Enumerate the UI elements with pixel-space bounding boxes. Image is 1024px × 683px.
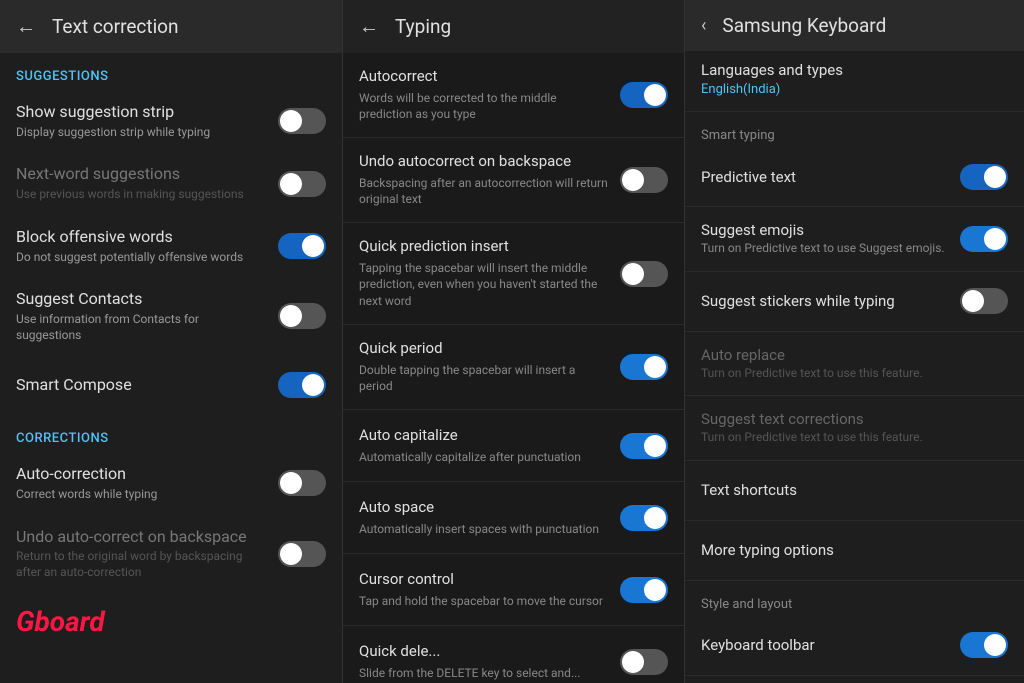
samsung-languages-title: Languages and types <box>701 61 1008 79</box>
swiftkey-title: Typing <box>395 15 451 38</box>
swiftkey-header: ← Typing <box>343 0 684 53</box>
gboard-show-suggestion-toggle[interactable] <box>278 108 326 134</box>
swiftkey-autocorrect-toggle[interactable] <box>620 82 668 108</box>
gboard-content: Suggestions Show suggestion strip Displa… <box>0 53 342 683</box>
gboard-block-offensive[interactable]: Block offensive words Do not suggest pot… <box>0 215 342 277</box>
samsung-content: Languages and types English(India) Smart… <box>685 51 1024 683</box>
samsung-style-layout-label: Style and layout <box>685 581 1024 616</box>
swiftkey-quick-period-toggle[interactable] <box>620 354 668 380</box>
samsung-high-contrast[interactable]: High contrast keyboard <box>685 676 1024 683</box>
gboard-auto-correction[interactable]: Auto-correction Correct words while typi… <box>0 452 342 514</box>
samsung-more-typing-options[interactable]: More typing options <box>685 521 1024 581</box>
swiftkey-undo-toggle[interactable] <box>620 167 668 193</box>
samsung-smart-typing-label: Smart typing <box>685 112 1024 147</box>
gboard-smart-compose[interactable]: Smart Compose <box>0 355 342 415</box>
gboard-show-suggestion-strip[interactable]: Show suggestion strip Display suggestion… <box>0 90 342 152</box>
gboard-section-suggestions: Suggestions <box>0 53 342 90</box>
gboard-header: ← Text correction <box>0 0 342 53</box>
gboard-undo-autocorrect[interactable]: Undo auto-correct on backspace Return to… <box>0 515 342 593</box>
gboard-panel: ← Text correction Suggestions Show sugge… <box>0 0 343 683</box>
samsung-header: ‹ Samsung Keyboard <box>685 0 1024 51</box>
swiftkey-undo-autocorrect[interactable]: Undo autocorrect on backspace Backspacin… <box>343 138 684 223</box>
gboard-undo-toggle[interactable] <box>278 541 326 567</box>
samsung-title: Samsung Keyboard <box>722 14 886 37</box>
gboard-back-button[interactable]: ← <box>16 14 36 39</box>
samsung-suggest-emojis[interactable]: Suggest emojis Turn on Predictive text t… <box>685 207 1024 272</box>
gboard-next-word-suggestions[interactable]: Next-word suggestions Use previous words… <box>0 152 342 214</box>
samsung-auto-replace[interactable]: Auto replace Turn on Predictive text to … <box>685 332 1024 397</box>
samsung-languages-section[interactable]: Languages and types English(India) <box>685 51 1024 112</box>
samsung-predictive-toggle[interactable] <box>960 164 1008 190</box>
samsung-keyboard-toolbar[interactable]: Keyboard toolbar <box>685 616 1024 676</box>
swiftkey-quick-prediction-toggle[interactable] <box>620 261 668 287</box>
gboard-block-offensive-toggle[interactable] <box>278 233 326 259</box>
gboard-auto-correction-toggle[interactable] <box>278 470 326 496</box>
gboard-smart-compose-toggle[interactable] <box>278 372 326 398</box>
samsung-predictive-text[interactable]: Predictive text <box>685 147 1024 207</box>
swiftkey-panel: ← Typing Autocorrect Words will be corre… <box>343 0 685 683</box>
samsung-back-button[interactable]: ‹ <box>701 15 706 36</box>
swiftkey-auto-space[interactable]: Auto space Automatically insert spaces w… <box>343 482 684 554</box>
swiftkey-autocorrect[interactable]: Autocorrect Words will be corrected to t… <box>343 53 684 138</box>
samsung-stickers-toggle[interactable] <box>960 288 1008 314</box>
swiftkey-quick-delete-toggle[interactable] <box>620 649 668 675</box>
gboard-section-corrections: Corrections <box>0 415 342 452</box>
swiftkey-back-button[interactable]: ← <box>359 14 379 39</box>
samsung-text-shortcuts[interactable]: Text shortcuts <box>685 461 1024 521</box>
samsung-panel: ‹ Samsung Keyboard Languages and types E… <box>685 0 1024 683</box>
swiftkey-content: Autocorrect Words will be corrected to t… <box>343 53 684 683</box>
swiftkey-cursor-control[interactable]: Cursor control Tap and hold the spacebar… <box>343 554 684 626</box>
swiftkey-auto-capitalize[interactable]: Auto capitalize Automatically capitalize… <box>343 410 684 482</box>
gboard-brand-area: Gboard <box>0 593 342 650</box>
swiftkey-quick-delete[interactable]: Quick dele... Slide from the DELETE key … <box>343 626 684 683</box>
gboard-suggest-contacts[interactable]: Suggest Contacts Use information from Co… <box>0 277 342 355</box>
swiftkey-quick-period[interactable]: Quick period Double tapping the spacebar… <box>343 325 684 410</box>
swiftkey-quick-prediction[interactable]: Quick prediction insert Tapping the spac… <box>343 223 684 325</box>
gboard-next-word-toggle[interactable] <box>278 171 326 197</box>
swiftkey-auto-capitalize-toggle[interactable] <box>620 433 668 459</box>
gboard-suggest-contacts-toggle[interactable] <box>278 303 326 329</box>
samsung-suggest-stickers[interactable]: Suggest stickers while typing <box>685 272 1024 332</box>
swiftkey-auto-space-toggle[interactable] <box>620 505 668 531</box>
gboard-brand-label: Gboard <box>0 597 342 646</box>
samsung-emojis-toggle[interactable] <box>960 226 1008 252</box>
gboard-title: Text correction <box>52 15 179 38</box>
samsung-suggest-text-corrections[interactable]: Suggest text corrections Turn on Predict… <box>685 396 1024 461</box>
samsung-toolbar-toggle[interactable] <box>960 632 1008 658</box>
swiftkey-cursor-toggle[interactable] <box>620 577 668 603</box>
samsung-language-subtitle: English(India) <box>701 82 1008 97</box>
